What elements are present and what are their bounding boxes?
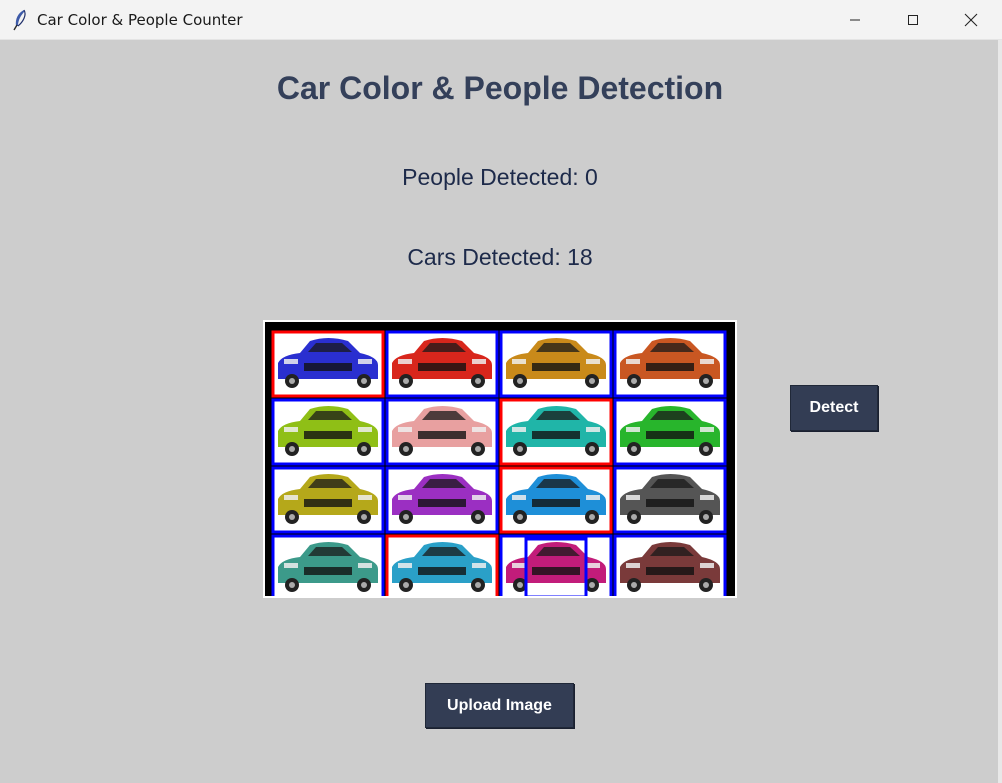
feather-icon bbox=[10, 9, 30, 31]
car-tile bbox=[499, 534, 613, 596]
car-grid-image bbox=[271, 330, 727, 596]
window-title: Car Color & People Counter bbox=[37, 11, 243, 29]
window-edge bbox=[998, 40, 1002, 783]
car-tile bbox=[271, 330, 385, 398]
car-tile bbox=[385, 398, 499, 466]
car-tile bbox=[271, 466, 385, 534]
car-tile bbox=[385, 330, 499, 398]
car-tile bbox=[271, 398, 385, 466]
app-window: Car Color & People Counter Car Color & P… bbox=[0, 0, 1002, 783]
minimize-button[interactable] bbox=[826, 0, 884, 40]
car-tile bbox=[613, 534, 727, 596]
car-tile bbox=[499, 398, 613, 466]
maximize-icon bbox=[908, 15, 918, 25]
cars-count-label: Cars Detected: 18 bbox=[407, 244, 593, 270]
car-tile bbox=[499, 466, 613, 534]
upload-image-button[interactable]: Upload Image bbox=[425, 683, 574, 728]
detect-button[interactable]: Detect bbox=[790, 385, 878, 431]
car-tile bbox=[613, 330, 727, 398]
detection-image bbox=[265, 322, 735, 596]
title-bar[interactable]: Car Color & People Counter bbox=[0, 0, 1002, 40]
car-tile bbox=[613, 466, 727, 534]
page-title: Car Color & People Detection bbox=[276, 70, 724, 106]
car-tile bbox=[613, 398, 727, 466]
car-tile bbox=[385, 466, 499, 534]
car-tile bbox=[271, 534, 385, 596]
people-count-label: People Detected: 0 bbox=[402, 164, 598, 190]
maximize-button[interactable] bbox=[884, 0, 942, 40]
car-tile bbox=[499, 330, 613, 398]
main-content: Car Color & People Detection People Dete… bbox=[0, 40, 1002, 783]
minimize-icon bbox=[850, 19, 860, 21]
car-tile bbox=[385, 534, 499, 596]
close-icon bbox=[964, 13, 978, 27]
close-button[interactable] bbox=[942, 0, 1000, 40]
detection-image-frame bbox=[263, 320, 737, 598]
